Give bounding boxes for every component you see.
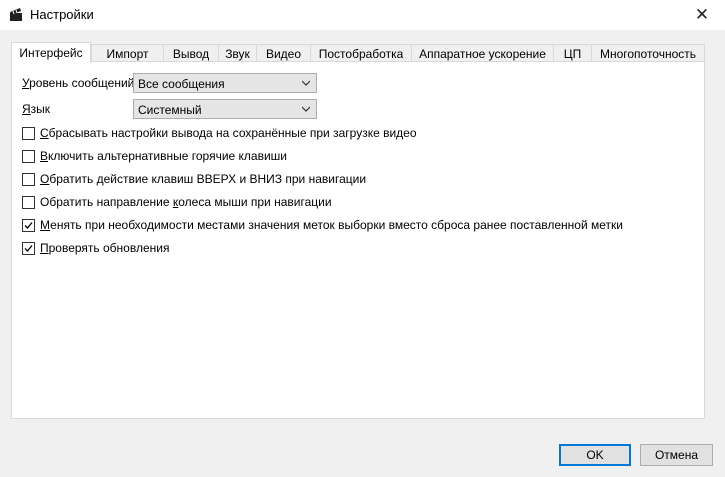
checkbox-label: Сбрасывать настройки вывода на сохранённ…	[40, 126, 417, 140]
tab-video[interactable]: Видео	[256, 44, 311, 62]
cancel-button[interactable]: Отмена	[640, 444, 713, 466]
chevron-down-icon	[302, 80, 310, 86]
checkbox-box[interactable]	[22, 195, 35, 209]
tab-hardware-acceleration[interactable]: Аппаратное ускорение	[411, 44, 554, 62]
tab-import[interactable]: Импорт	[91, 44, 164, 62]
language-label: Язык	[22, 102, 51, 116]
language-select[interactable]: Системный	[133, 99, 317, 119]
tab-panel-interface	[11, 61, 705, 419]
checkbox-box[interactable]	[22, 172, 35, 186]
checkbox-box[interactable]	[22, 126, 35, 140]
invert-updown-keys-checkbox[interactable]: Обратить действие клавиш ВВЕРХ и ВНИЗ пр…	[22, 172, 366, 186]
checkbox-box[interactable]	[22, 149, 35, 163]
check-updates-checkbox[interactable]: Проверять обновления	[22, 241, 169, 255]
invert-mouse-wheel-checkbox[interactable]: Обратить направление колеса мыши при нав…	[22, 195, 332, 209]
checkmark-icon	[24, 244, 33, 252]
checkbox-label: Менять при необходимости местами значени…	[40, 218, 623, 232]
message-level-select[interactable]: Все сообщения	[133, 73, 317, 93]
reset-output-settings-checkbox[interactable]: Сбрасывать настройки вывода на сохранённ…	[22, 126, 417, 140]
window-title: Настройки	[30, 7, 94, 22]
language-value: Системный	[138, 103, 202, 117]
checkbox-box[interactable]	[22, 241, 35, 255]
checkbox-box[interactable]	[22, 218, 35, 232]
tab-output[interactable]: Вывод	[163, 44, 219, 62]
message-level-value: Все сообщения	[138, 77, 225, 91]
message-level-label: Уровень сообщений:	[22, 76, 138, 90]
alt-hotkeys-checkbox[interactable]: Включить альтернативные горячие клавиши	[22, 149, 287, 163]
tab-cpu[interactable]: ЦП	[553, 44, 592, 62]
checkbox-label: Включить альтернативные горячие клавиши	[40, 149, 288, 163]
title-bar: Настройки ✕	[0, 0, 725, 30]
checkbox-label: Обратить направление колеса мыши при нав…	[40, 195, 332, 209]
ok-button[interactable]: OK	[559, 444, 631, 466]
clapperboard-icon	[10, 8, 22, 21]
close-button[interactable]: ✕	[679, 0, 725, 30]
checkbox-label: Проверять обновления	[40, 241, 170, 255]
checkmark-icon	[24, 221, 33, 229]
chevron-down-icon	[302, 106, 310, 112]
tab-multithreading[interactable]: Многопоточность	[591, 44, 705, 62]
tab-postprocessing[interactable]: Постобработка	[310, 44, 412, 62]
checkbox-label: Обратить действие клавиш ВВЕРХ и ВНИЗ пр…	[40, 172, 367, 186]
tab-audio[interactable]: Звук	[218, 44, 257, 62]
swap-selection-markers-checkbox[interactable]: Менять при необходимости местами значени…	[22, 218, 623, 232]
close-icon: ✕	[694, 5, 710, 24]
tab-interface[interactable]: Интерфейс	[11, 42, 91, 63]
